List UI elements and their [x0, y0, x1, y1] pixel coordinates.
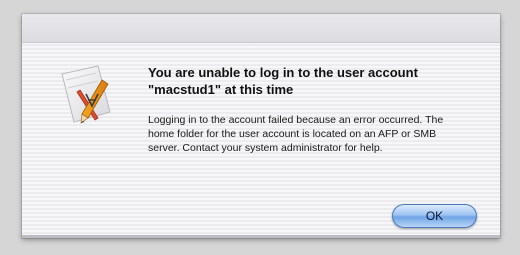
- alert-dialog: You are unable to log in to the user acc…: [22, 14, 500, 238]
- dialog-bottom-edge: [22, 235, 500, 238]
- dialog-title: You are unable to log in to the user acc…: [148, 65, 418, 97]
- screen: You are unable to log in to the user acc…: [0, 0, 520, 255]
- dialog-top-bar: [22, 14, 500, 43]
- dialog-message: Logging in to the account failed because…: [148, 114, 444, 154]
- ok-button[interactable]: OK: [392, 204, 477, 228]
- app-icon: [61, 65, 111, 124]
